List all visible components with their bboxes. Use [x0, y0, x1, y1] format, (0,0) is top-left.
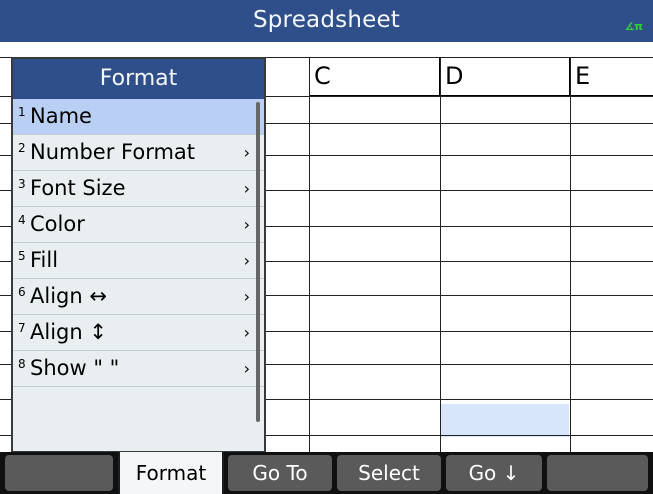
chevron-right-icon: › — [243, 179, 250, 198]
softkey-blank-2[interactable] — [547, 455, 648, 491]
menu-item-number: 4 — [18, 213, 26, 227]
chevron-right-icon: › — [243, 251, 250, 270]
menu-item-fill[interactable]: 5 Fill › — [13, 243, 264, 279]
grid-line — [440, 57, 441, 454]
softkey-blank-1[interactable] — [5, 455, 113, 491]
menu-item-label: Show " " — [30, 356, 120, 380]
menu-item-number-format[interactable]: 2 Number Format › — [13, 135, 264, 171]
format-menu-header: Format — [13, 59, 264, 99]
softkey-bar: Format Go To Select Go ↓ — [0, 452, 653, 494]
softkey-go-to[interactable]: Go To — [228, 455, 332, 491]
menu-item-number: 2 — [18, 141, 26, 155]
menu-item-number: 1 — [18, 105, 26, 119]
grid-line — [309, 57, 310, 454]
menu-item-number: 5 — [18, 249, 26, 263]
menu-item-number: 3 — [18, 177, 26, 191]
menu-item-number: 7 — [18, 321, 26, 335]
menu-item-label: Align ↔ — [30, 284, 107, 308]
chevron-right-icon: › — [243, 215, 250, 234]
menu-item-show-quotes[interactable]: 8 Show " " › — [13, 351, 264, 387]
menu-item-name[interactable]: 1 Name — [13, 99, 264, 135]
menu-item-number: 6 — [18, 285, 26, 299]
softkey-format[interactable]: Format — [118, 452, 224, 494]
column-header-e[interactable]: E — [570, 57, 653, 96]
title-bar: Spreadsheet ∡π — [0, 0, 653, 42]
menu-item-label: Number Format — [30, 140, 196, 164]
menu-item-label: Name — [30, 104, 92, 128]
menu-item-label: Align ↕ — [30, 320, 107, 344]
angle-mode-indicator: ∡π — [624, 20, 643, 33]
menu-item-font-size[interactable]: 3 Font Size › — [13, 171, 264, 207]
grid-line — [570, 57, 571, 454]
menu-item-color[interactable]: 4 Color › — [13, 207, 264, 243]
selected-cell[interactable] — [441, 404, 569, 437]
app-title: Spreadsheet — [252, 7, 401, 33]
softkey-select[interactable]: Select — [337, 455, 441, 491]
menu-item-number: 8 — [18, 357, 26, 371]
chevron-right-icon: › — [243, 359, 250, 378]
softkey-go-down[interactable]: Go ↓ — [446, 455, 542, 491]
chevron-right-icon: › — [243, 143, 250, 162]
menu-item-label: Font Size — [30, 176, 126, 200]
chevron-right-icon: › — [243, 287, 250, 306]
menu-item-align-horizontal[interactable]: 6 Align ↔ › — [13, 279, 264, 315]
menu-item-label: Color — [30, 212, 85, 236]
chevron-right-icon: › — [243, 323, 250, 342]
column-header-c[interactable]: C — [309, 57, 440, 96]
format-menu[interactable]: Format 1 Name 2 Number Format › 3 Font S… — [11, 57, 266, 453]
column-header-d[interactable]: D — [440, 57, 570, 96]
format-menu-list[interactable]: 1 Name 2 Number Format › 3 Font Size › 4… — [13, 99, 264, 387]
menu-item-align-vertical[interactable]: 7 Align ↕ › — [13, 315, 264, 351]
menu-scrollbar[interactable] — [256, 102, 260, 422]
menu-item-label: Fill — [30, 248, 59, 272]
